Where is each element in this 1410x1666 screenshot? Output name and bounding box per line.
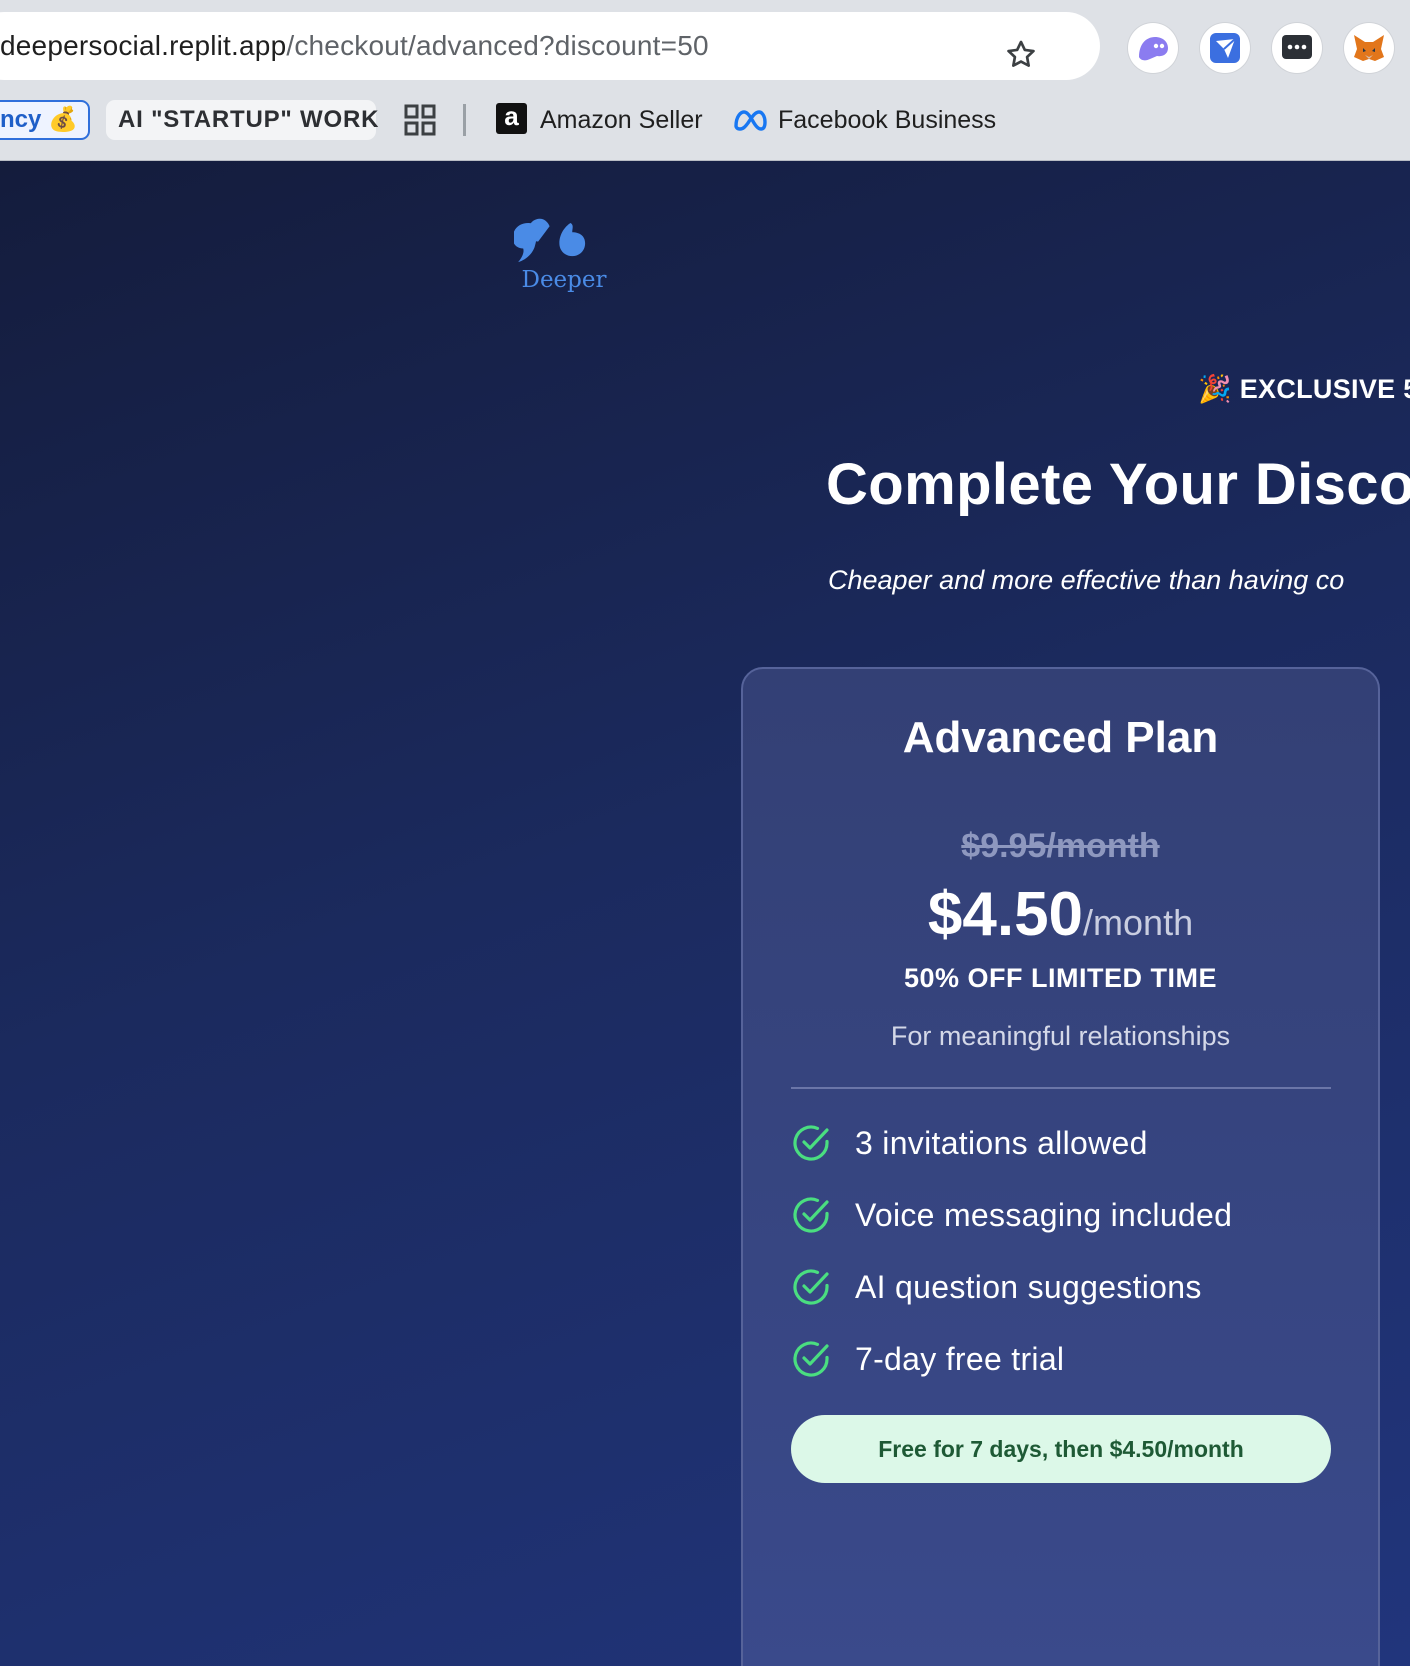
quote-bubbles-icon xyxy=(512,218,586,263)
discount-label: 50% OFF LIMITED TIME xyxy=(903,963,1217,993)
amazon-icon: a xyxy=(496,103,527,134)
deeper-logo[interactable]: Deeper xyxy=(512,211,614,301)
page-subtitle: Cheaper and more effective than having c… xyxy=(828,565,1345,595)
feature-label: AI question suggestions xyxy=(855,1268,1202,1305)
browser-chrome: deepersocial.replit.app/checkout/advance… xyxy=(0,0,1410,161)
ghost-extension-icon[interactable] xyxy=(1128,23,1178,73)
price-row: $4.50/month xyxy=(743,879,1378,950)
logo-text: Deeper xyxy=(521,267,607,293)
check-circle-icon xyxy=(793,1269,829,1305)
page-title: Complete Your Disco xyxy=(826,452,1410,517)
bookmark-separator xyxy=(463,104,466,136)
url-text[interactable]: deepersocial.replit.app/checkout/advance… xyxy=(0,12,709,80)
checkout-page: Deeper 🎉 EXCLUSIVE 5 Complete Your Disco… xyxy=(0,161,1410,1666)
plan-card: Advanced Plan $9.95/month $4.50/month 50… xyxy=(741,667,1380,1666)
bookmark-folder-startup[interactable]: AI "STARTUP" WORK xyxy=(106,100,378,140)
check-circle-icon xyxy=(793,1341,829,1377)
plan-tagline: For meaningful relationships xyxy=(890,1021,1231,1051)
meta-icon xyxy=(734,110,767,131)
bookmark-facebook-business[interactable]: Facebook Business xyxy=(778,100,996,140)
bookmark-folder-chip[interactable]: ncy 💰 xyxy=(0,100,90,140)
feature-item: AI question suggestions xyxy=(791,1267,1351,1307)
bookmark-amazon-seller[interactable]: Amazon Seller xyxy=(540,100,703,140)
send-extension-icon[interactable] xyxy=(1200,23,1250,73)
fox-extension-icon[interactable] xyxy=(1344,23,1394,73)
check-circle-icon xyxy=(793,1197,829,1233)
price-unit: /month xyxy=(1083,902,1194,943)
original-price: $9.95/month xyxy=(961,827,1160,865)
start-trial-button[interactable]: Free for 7 days, then $4.50/month xyxy=(791,1415,1331,1483)
url-path: /checkout/advanced?discount=50 xyxy=(286,30,709,61)
feature-item: 3 invitations allowed xyxy=(791,1123,1351,1163)
plan-title: Advanced Plan xyxy=(902,713,1219,762)
feature-item: 7-day free trial xyxy=(791,1339,1351,1379)
address-bar[interactable]: deepersocial.replit.app/checkout/advance… xyxy=(0,12,1100,80)
feature-label: Voice messaging included xyxy=(855,1196,1233,1233)
check-circle-icon xyxy=(793,1125,829,1161)
feature-list: 3 invitations allowed Voice messaging in… xyxy=(791,1123,1351,1411)
feature-item: Voice messaging included xyxy=(791,1195,1351,1235)
promo-banner: 🎉 EXCLUSIVE 5 xyxy=(1198,374,1410,404)
apps-grid-icon[interactable] xyxy=(404,104,436,136)
discounted-price: $4.50 xyxy=(927,880,1084,949)
feature-label: 7-day free trial xyxy=(855,1340,1065,1377)
chat-extension-icon[interactable] xyxy=(1272,23,1322,73)
feature-label: 3 invitations allowed xyxy=(855,1124,1148,1161)
divider xyxy=(791,1087,1331,1089)
star-icon[interactable] xyxy=(1004,38,1038,72)
url-host: deepersocial.replit.app xyxy=(0,30,287,61)
